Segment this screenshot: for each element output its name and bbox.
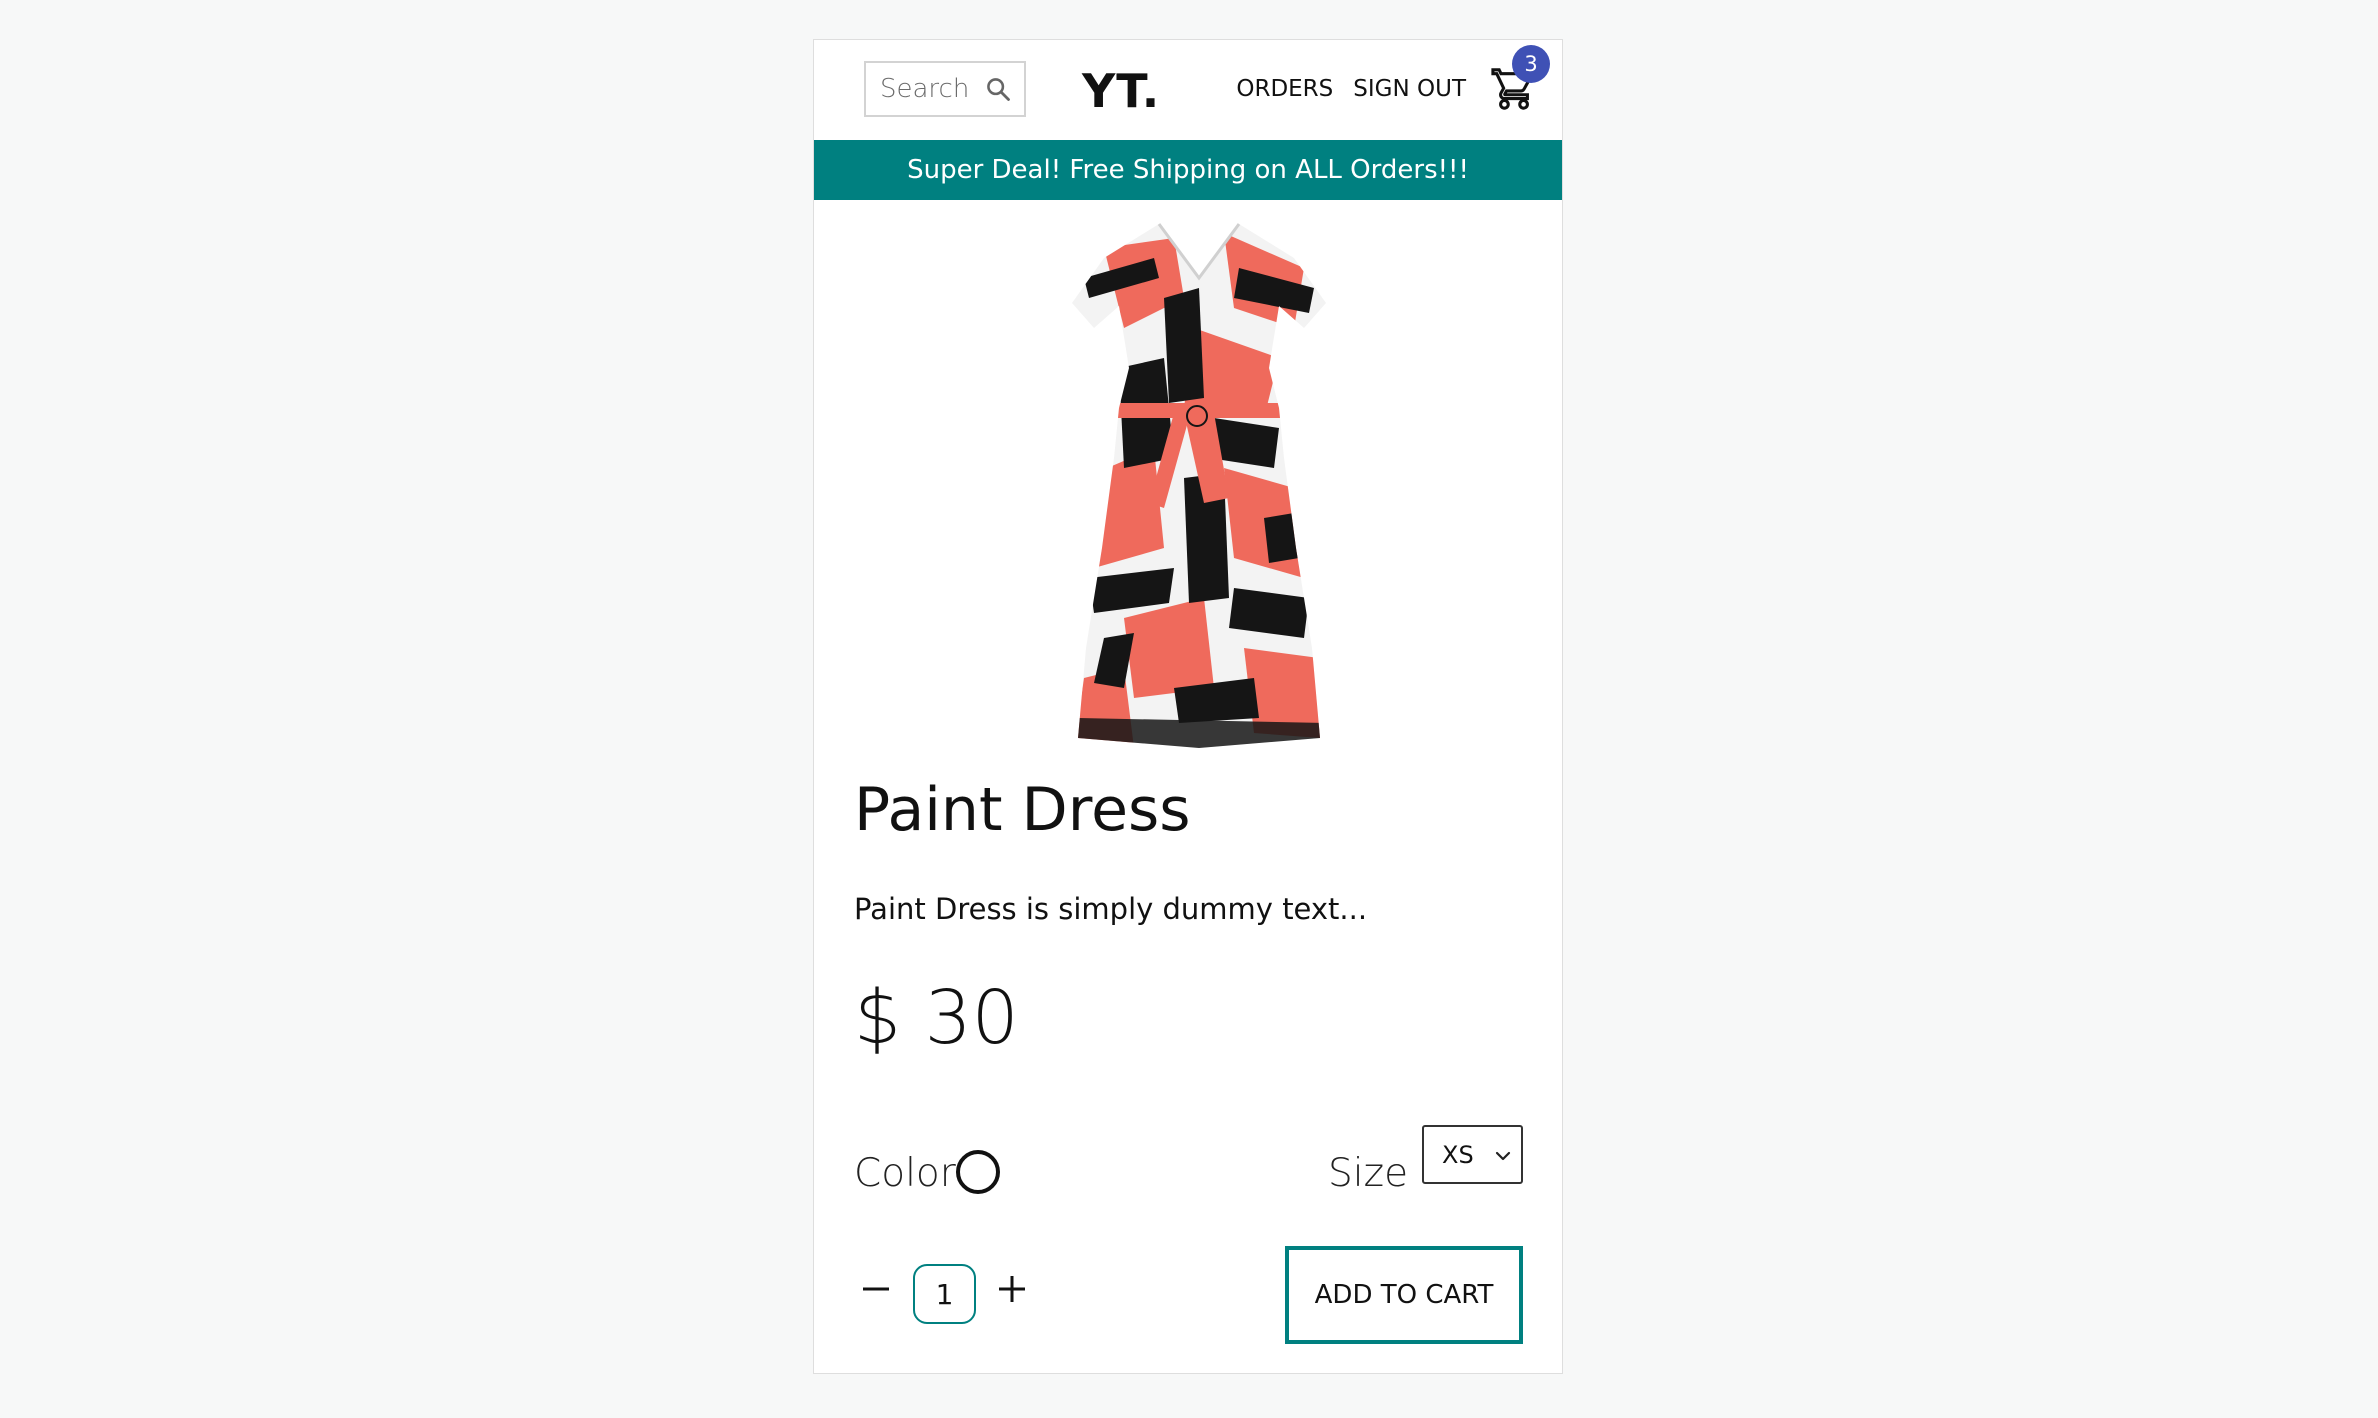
plus-icon xyxy=(999,1276,1025,1302)
color-swatch[interactable] xyxy=(956,1150,1000,1194)
minus-icon xyxy=(863,1287,889,1291)
quantity-value: 1 xyxy=(913,1264,976,1324)
product-description: Paint Dress is simply dummy text... xyxy=(854,892,1368,926)
dress-illustration xyxy=(1072,223,1326,748)
chevron-down-icon xyxy=(1493,1144,1513,1164)
search-icon[interactable] xyxy=(984,75,1012,103)
decrease-quantity-button[interactable] xyxy=(858,1271,894,1307)
cart-count-badge: 3 xyxy=(1512,45,1550,83)
app-frame: YT. ORDERS SIGN OUT 3 Super Deal! Free S… xyxy=(813,39,1563,1374)
logo[interactable]: YT. xyxy=(1082,64,1160,118)
product-title: Paint Dress xyxy=(854,775,1191,845)
product-image xyxy=(1064,218,1334,756)
cart-button[interactable]: 3 xyxy=(1491,45,1550,112)
increase-quantity-button[interactable] xyxy=(994,1271,1030,1307)
size-select-value: XS xyxy=(1442,1140,1474,1169)
orders-link[interactable]: ORDERS xyxy=(1236,76,1333,102)
search-box[interactable] xyxy=(864,61,1026,117)
announcement-bar: Super Deal! Free Shipping on ALL Orders!… xyxy=(814,140,1562,200)
size-select[interactable]: XS xyxy=(1422,1125,1523,1184)
sign-out-link[interactable]: SIGN OUT xyxy=(1353,76,1466,102)
product-price: $ 30 xyxy=(854,975,1019,1061)
color-label: Color xyxy=(854,1151,956,1196)
size-label: Size xyxy=(1328,1151,1409,1196)
navbar: YT. ORDERS SIGN OUT 3 xyxy=(814,40,1562,140)
add-to-cart-button[interactable]: ADD TO CART xyxy=(1285,1246,1523,1344)
search-input[interactable] xyxy=(880,74,980,104)
nav-links: ORDERS SIGN OUT xyxy=(1236,76,1466,102)
